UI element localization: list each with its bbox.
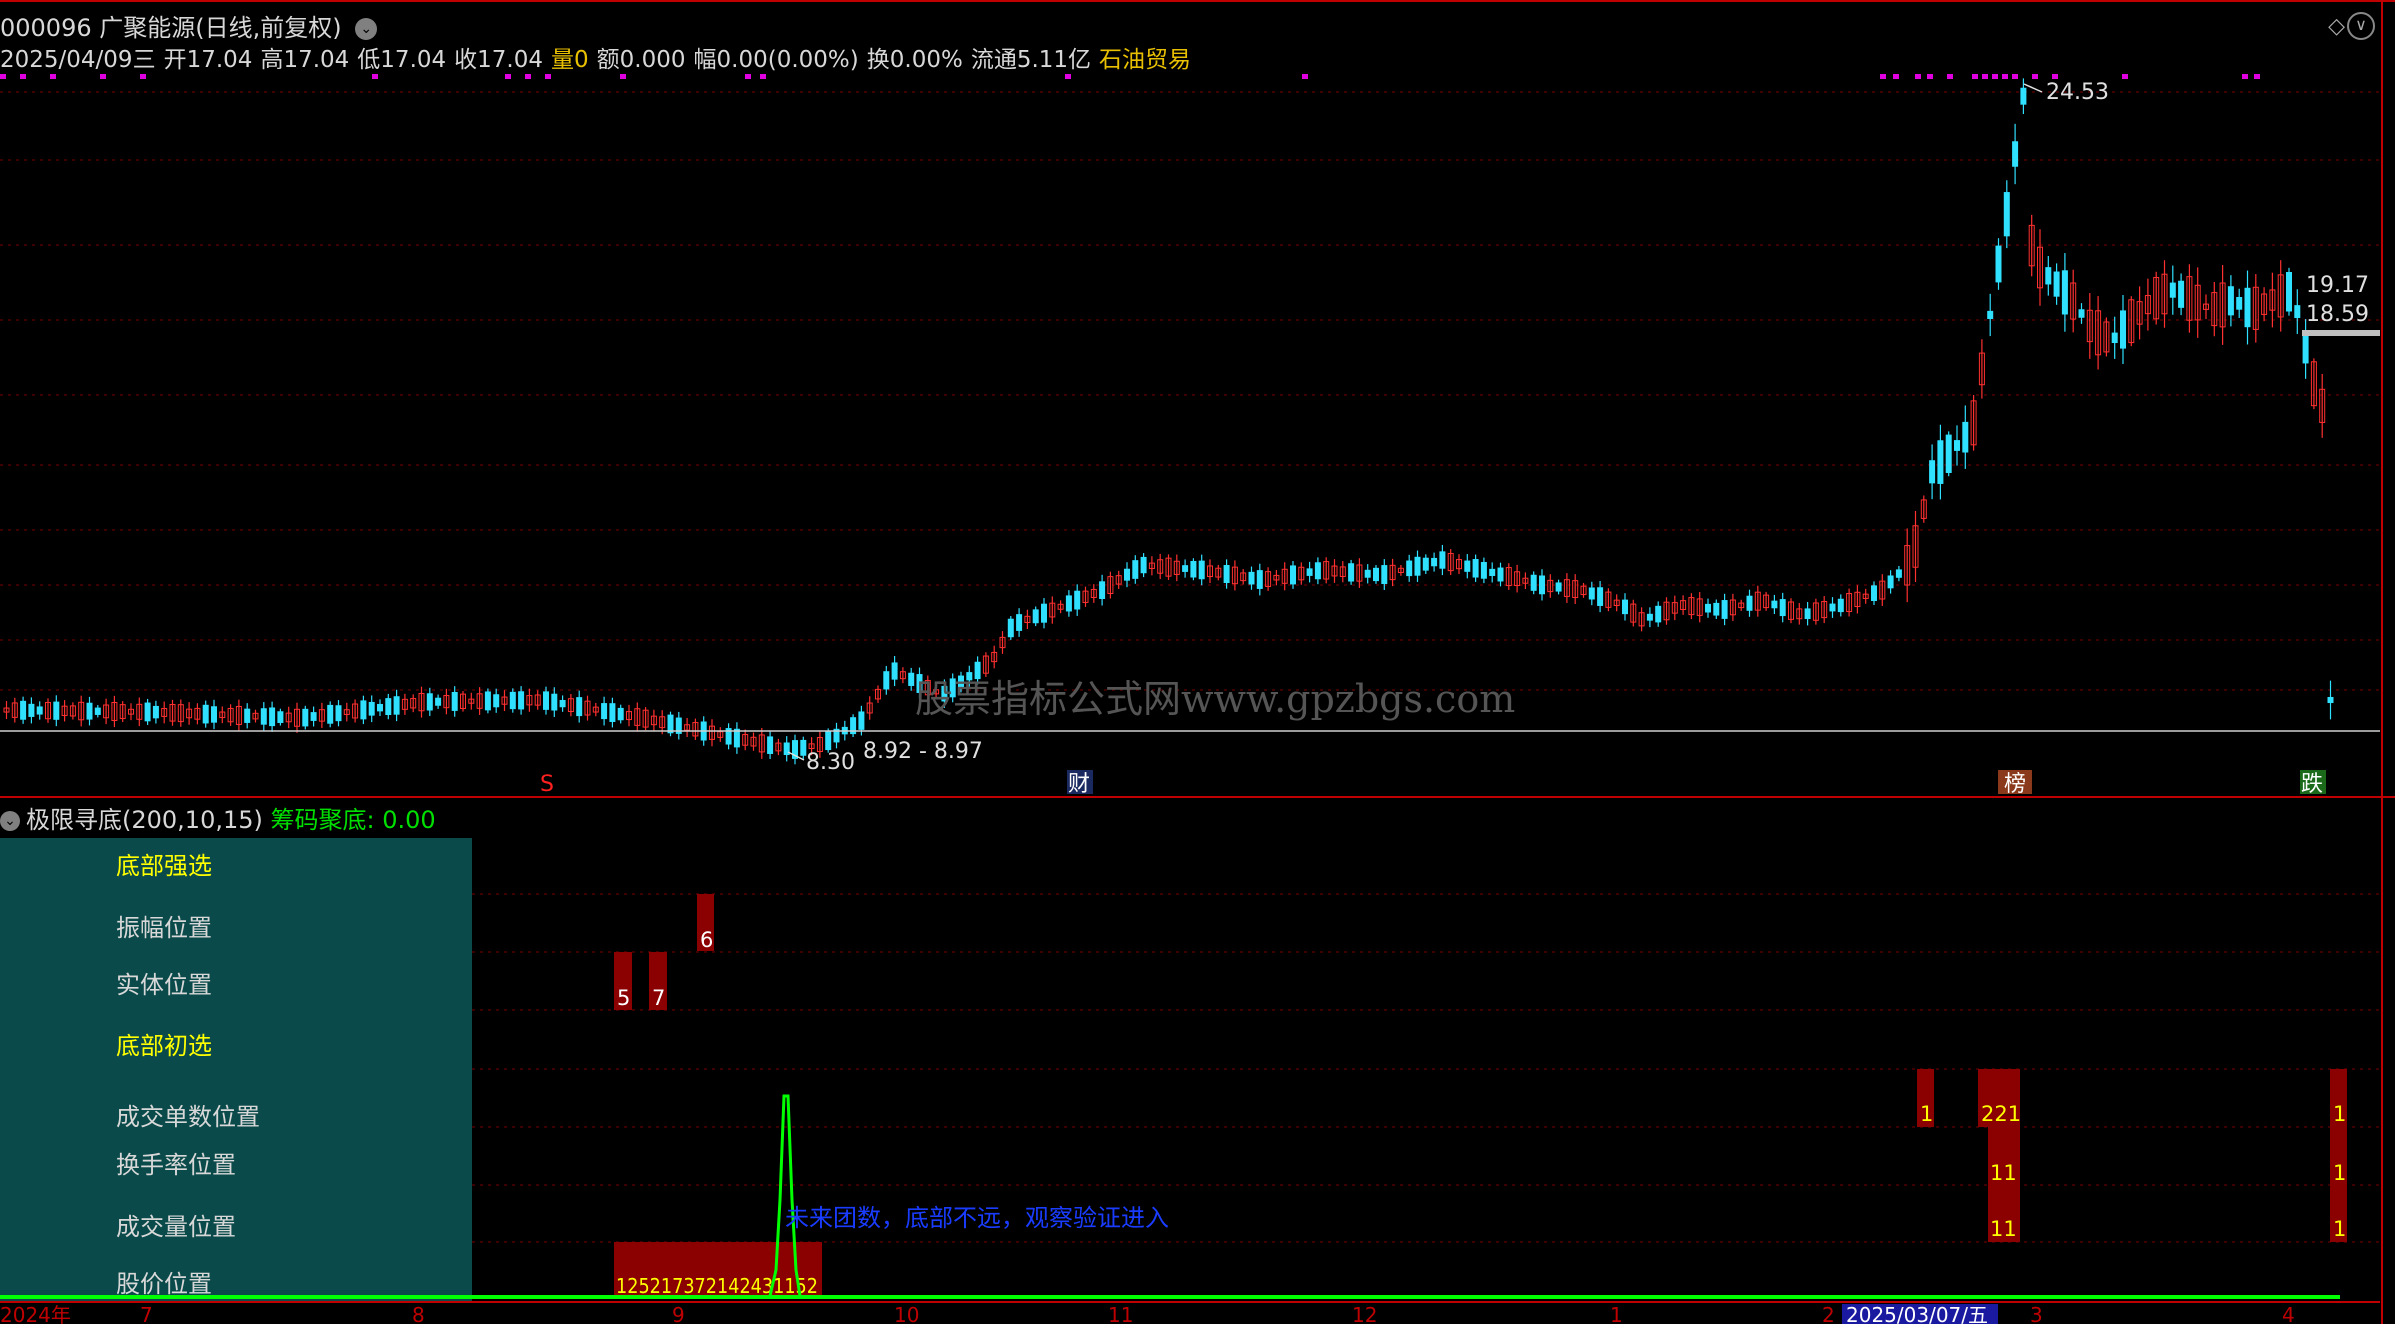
price-sequence: 125217372142431152 [616,1274,818,1298]
turn-value-1: 1 [2333,1161,2346,1185]
axis-tick-1: 1 [1610,1303,1623,1324]
axis-tick-8: 8 [412,1303,425,1324]
count-value-221: 221 [1981,1102,2021,1126]
signal-note: 未来团数，底部不远，观察验证进入 [785,1204,1169,1232]
body-value-7: 7 [652,986,665,1010]
amp-value: 6 [700,928,713,952]
count-value-1: 1 [1920,1102,1933,1126]
turn-value-11: 11 [1990,1161,2017,1185]
count-value-1b: 1 [2333,1102,2346,1126]
date-axis: 2024年 7 8 9 10 11 12 1 2 2025/03/07/五 3 … [0,1301,2380,1324]
axis-tick-7: 7 [140,1303,153,1324]
axis-tick-2: 2 [1822,1303,1835,1324]
axis-year: 2024年 [0,1303,71,1324]
vol-value-1: 1 [2333,1217,2346,1241]
vol-value-11: 11 [1990,1217,2017,1241]
axis-date-highlight: 2025/03/07/五 [1846,1303,1988,1324]
axis-tick-10: 10 [894,1303,919,1324]
axis-tick-12: 12 [1352,1303,1377,1324]
axis-tick-11: 11 [1108,1303,1133,1324]
indicator-chart: 6 5 7 1 221 1 11 1 11 1 1252173721424311… [0,893,2380,1299]
axis-tick-3: 3 [2030,1303,2043,1324]
body-value-5: 5 [617,986,630,1010]
axis-tick-4: 4 [2282,1303,2295,1324]
axis-tick-9: 9 [672,1303,685,1324]
